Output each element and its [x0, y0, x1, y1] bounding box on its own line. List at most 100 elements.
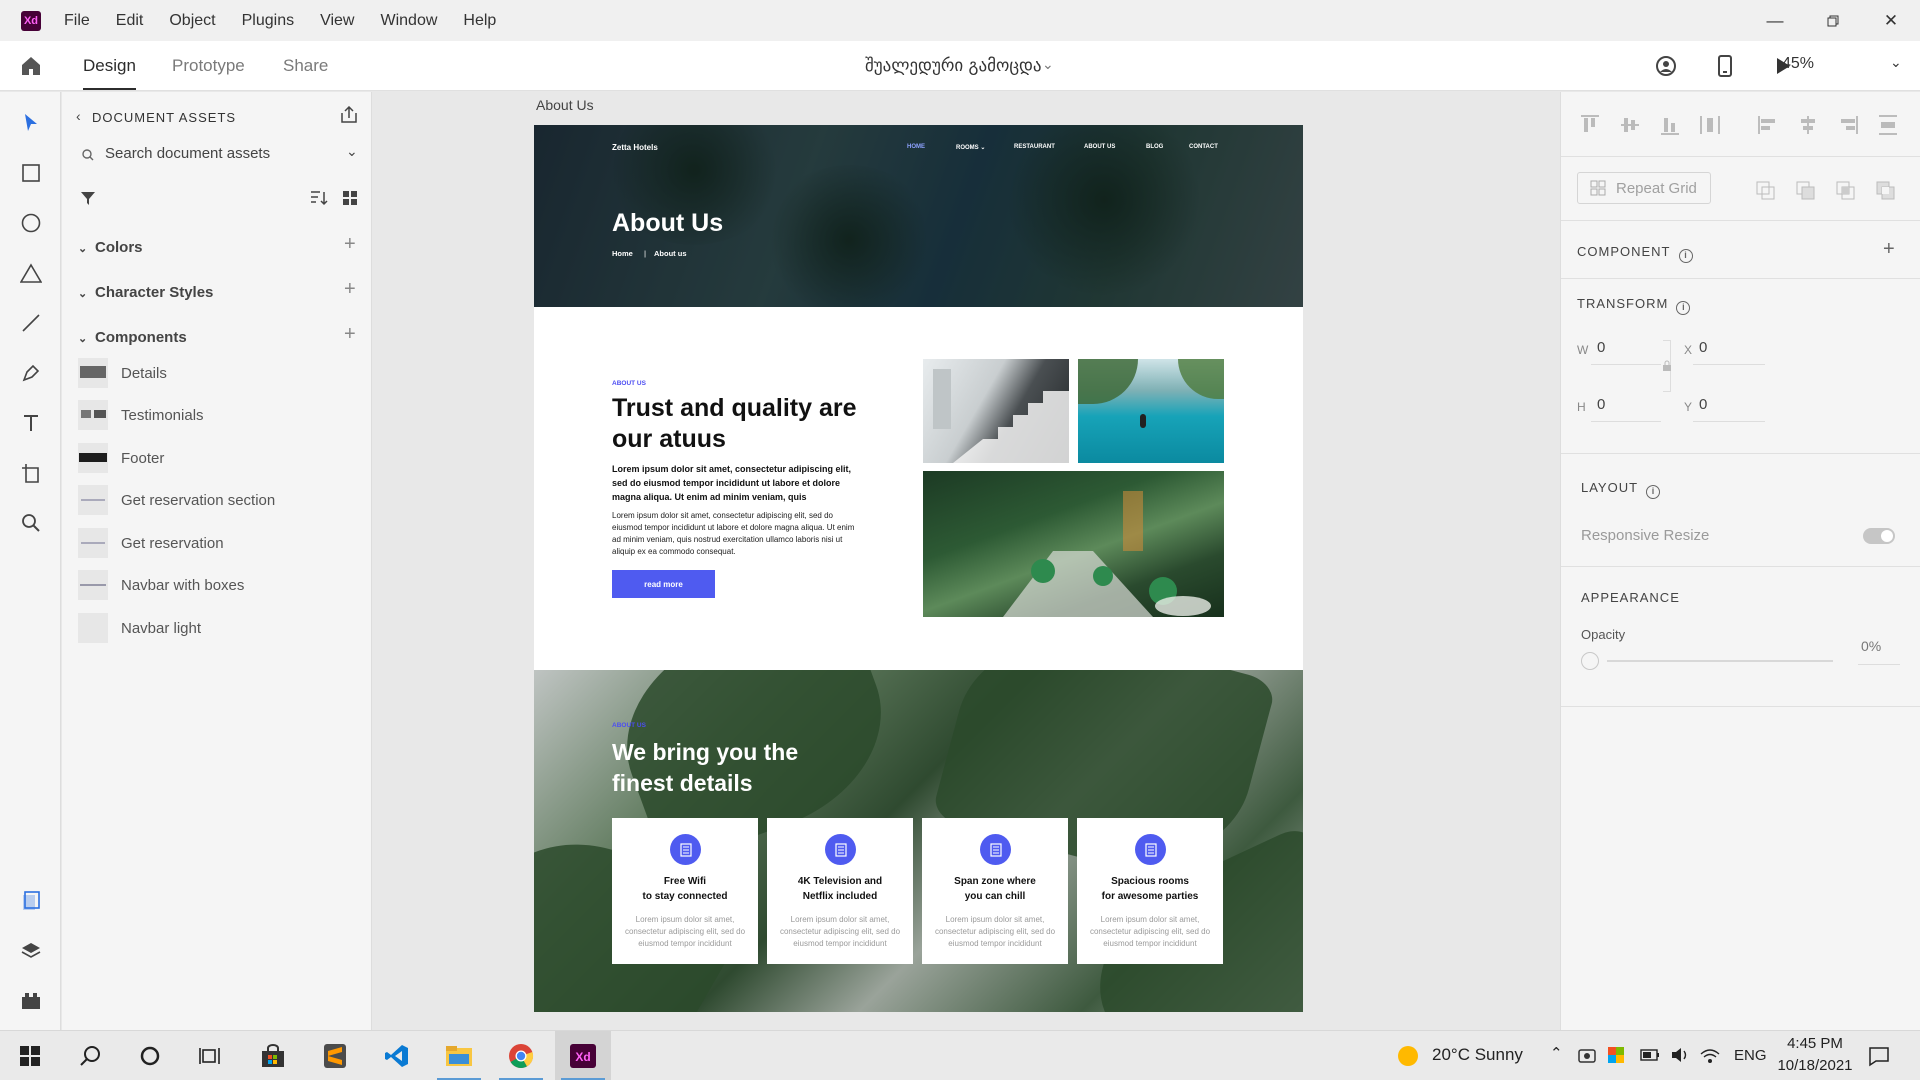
add-component-button[interactable]: +	[344, 323, 356, 346]
lock-aspect-icon[interactable]	[1662, 360, 1672, 372]
tray-app-icon[interactable]	[1578, 1046, 1596, 1069]
artboard[interactable]: Zetta Hotels HOME ROOMS ⌄ RESTAURANT ABO…	[534, 125, 1303, 1012]
home-icon[interactable]	[19, 54, 43, 78]
opacity-value[interactable]: 0%	[1861, 638, 1881, 654]
align-bottom-icon[interactable]	[1659, 114, 1681, 136]
zoom-level[interactable]: 45%	[1782, 55, 1814, 73]
grid-view-icon[interactable]	[342, 190, 358, 211]
wifi-icon[interactable]	[1700, 1046, 1720, 1069]
line-tool-icon[interactable]	[18, 310, 44, 336]
hero-section[interactable]: Zetta Hotels HOME ROOMS ⌄ RESTAURANT ABO…	[534, 125, 1303, 307]
info-icon[interactable]: i	[1646, 485, 1661, 499]
info-icon[interactable]: i	[1676, 301, 1691, 315]
search-icon[interactable]	[62, 1031, 118, 1080]
details-section[interactable]: ABOUT US We bring you the finest details…	[534, 670, 1303, 1012]
component-item[interactable]: Details	[78, 358, 167, 388]
plugins-icon[interactable]	[18, 988, 44, 1014]
responsive-resize-toggle[interactable]	[1863, 528, 1895, 544]
pool-photo[interactable]	[1078, 359, 1224, 463]
clock-date[interactable]: 10/18/2021	[1770, 1057, 1860, 1074]
document-title[interactable]: შუალედური გამოცდა	[865, 56, 1042, 76]
repeat-grid-button[interactable]: Repeat Grid	[1577, 172, 1711, 204]
component-item[interactable]: Testimonials	[78, 400, 204, 430]
component-item[interactable]: Navbar light	[78, 613, 201, 643]
component-item[interactable]: Get reservation section	[78, 485, 275, 515]
minimize-icon[interactable]: —	[1746, 0, 1804, 41]
notification-icon[interactable]	[1868, 1045, 1890, 1072]
menu-view[interactable]: View	[320, 12, 354, 30]
align-top-icon[interactable]	[1579, 114, 1601, 136]
export-icon[interactable]	[340, 105, 358, 129]
align-right-icon[interactable]	[1837, 114, 1859, 136]
tray-chevron-up-icon[interactable]: ⌃	[1550, 1044, 1563, 1062]
stairs-photo[interactable]	[923, 359, 1069, 463]
tray-colorful-app-icon[interactable]	[1607, 1046, 1625, 1069]
opacity-slider-track[interactable]	[1607, 660, 1833, 662]
canvas[interactable]: About Us Zetta Hotels HOME ROOMS ⌄ RESTA…	[373, 92, 1560, 1030]
adobe-xd-icon[interactable]: Xd	[555, 1031, 611, 1080]
chevron-down-icon[interactable]: ⌄	[1042, 56, 1054, 73]
boolean-subtract-icon[interactable]	[1795, 180, 1817, 202]
filter-icon[interactable]	[80, 190, 96, 211]
menu-edit[interactable]: Edit	[116, 12, 144, 30]
align-center-icon[interactable]	[1797, 114, 1819, 136]
artboard-tool-icon[interactable]	[18, 460, 44, 486]
feature-card[interactable]: Spacious rooms for awesome parties Lorem …	[1077, 818, 1223, 964]
feature-card[interactable]: Free Wifi to stay connected Lorem ipsum d…	[612, 818, 758, 964]
back-chevron-icon[interactable]: ‹	[76, 108, 81, 124]
sublime-text-icon[interactable]	[307, 1031, 363, 1080]
clock-time[interactable]: 4:45 PM	[1770, 1035, 1860, 1052]
y-field[interactable]: 0	[1699, 396, 1707, 413]
component-item[interactable]: Get reservation	[78, 528, 224, 558]
search-chevron-icon[interactable]: ⌄	[346, 143, 358, 160]
polygon-tool-icon[interactable]	[18, 260, 44, 286]
x-field[interactable]: 0	[1699, 339, 1707, 356]
device-preview-icon[interactable]	[1712, 53, 1738, 79]
menu-window[interactable]: Window	[380, 12, 437, 30]
boolean-add-icon[interactable]	[1755, 180, 1777, 202]
vscode-icon[interactable]	[369, 1031, 425, 1080]
search-assets[interactable]: Search document assets ⌄	[78, 142, 358, 168]
weather-text[interactable]: 20°C Sunny	[1432, 1045, 1523, 1065]
restore-icon[interactable]	[1804, 0, 1862, 41]
boolean-intersect-icon[interactable]	[1835, 180, 1857, 202]
file-explorer-icon[interactable]	[431, 1031, 487, 1080]
align-middle-icon[interactable]	[1619, 114, 1641, 136]
read-more-button[interactable]: read more	[612, 570, 715, 598]
height-field[interactable]: 0	[1597, 396, 1605, 413]
section-colors[interactable]: ⌄ Colors	[78, 239, 143, 256]
feature-card[interactable]: Span zone where you can chill Lorem ipsum…	[922, 818, 1068, 964]
chrome-icon[interactable]	[493, 1031, 549, 1080]
store-icon[interactable]	[245, 1031, 301, 1080]
text-tool-icon[interactable]	[18, 410, 44, 436]
menu-object[interactable]: Object	[169, 12, 215, 30]
language-indicator[interactable]: ENG	[1734, 1047, 1767, 1064]
pen-tool-icon[interactable]	[18, 360, 44, 386]
add-character-style-button[interactable]: +	[344, 278, 356, 301]
rectangle-tool-icon[interactable]	[18, 160, 44, 186]
select-tool-icon[interactable]	[18, 110, 44, 136]
zoom-tool-icon[interactable]	[18, 510, 44, 536]
cortana-icon[interactable]	[122, 1031, 178, 1080]
width-field[interactable]: 0	[1597, 339, 1605, 356]
volume-icon[interactable]	[1670, 1046, 1690, 1069]
task-view-icon[interactable]	[182, 1031, 238, 1080]
tab-share[interactable]: Share	[283, 56, 328, 76]
menu-help[interactable]: Help	[463, 12, 496, 30]
boolean-exclude-icon[interactable]	[1875, 180, 1897, 202]
align-left-icon[interactable]	[1757, 114, 1779, 136]
sort-icon[interactable]	[310, 190, 328, 211]
opacity-slider-thumb[interactable]	[1581, 652, 1599, 670]
garden-photo[interactable]	[923, 471, 1224, 617]
component-item[interactable]: Navbar with boxes	[78, 570, 244, 600]
document-assets-icon[interactable]	[18, 888, 44, 914]
add-color-button[interactable]: +	[344, 233, 356, 256]
zoom-chevron-icon[interactable]: ⌄	[1890, 54, 1902, 71]
layers-icon[interactable]	[18, 938, 44, 964]
artboard-name[interactable]: About Us	[536, 97, 594, 113]
info-icon[interactable]: i	[1678, 249, 1693, 263]
menu-file[interactable]: File	[64, 12, 90, 30]
add-component-state-button[interactable]: +	[1883, 238, 1895, 261]
user-share-icon[interactable]	[1653, 53, 1679, 79]
battery-icon[interactable]	[1640, 1048, 1660, 1067]
